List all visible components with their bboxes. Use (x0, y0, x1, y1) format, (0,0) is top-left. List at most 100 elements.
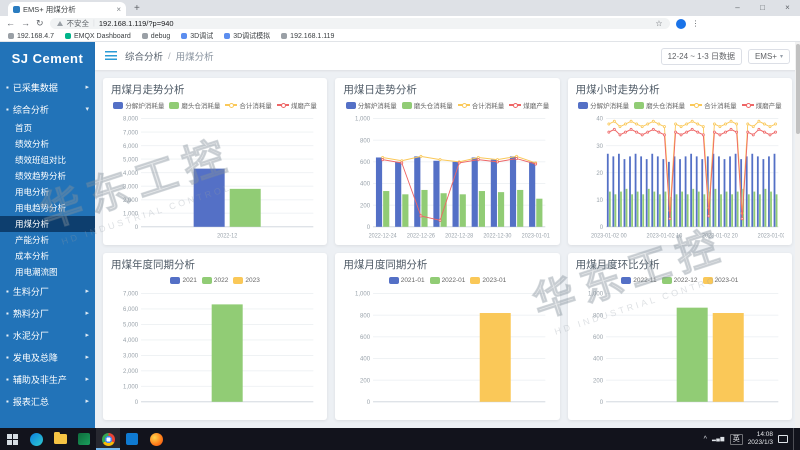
close-button[interactable]: × (775, 0, 800, 16)
taskbar-chrome-icon[interactable] (96, 428, 120, 450)
chart-card-year-yoy: 用煤年度同期分析 202120222023 01,0002,0003,0004,… (103, 253, 327, 420)
legend-item[interactable]: 2021-01 (389, 277, 425, 284)
sidebar-item-auxiliary[interactable]: ▪ 辅助及非生产 ▸ (0, 368, 95, 390)
line-legend-marker (458, 104, 470, 106)
legend-item[interactable]: 合计消耗量 (458, 100, 505, 110)
chart-legend: 2021-01 2022-01 2023-01 (343, 274, 551, 286)
taskbar-vscode-icon[interactable] (120, 428, 144, 450)
legend-item[interactable]: 2022-11 (621, 277, 656, 284)
taskbar-firefox-icon[interactable] (144, 428, 168, 450)
page-scrollbar[interactable] (795, 42, 800, 428)
sidebar-item-comprehensive-analysis[interactable]: ▪ 综合分析 ▾ (0, 98, 95, 120)
globe-icon (281, 33, 287, 39)
date-range-picker[interactable]: 12-24 ~ 1-3 日数据 (661, 48, 742, 65)
bookmark-item[interactable]: debug (142, 33, 170, 40)
sidebar-item-collected-data[interactable]: ▪ 已采集数据 ▸ (0, 76, 95, 98)
taskbar-excel-icon[interactable] (72, 428, 96, 450)
breadcrumb-parent[interactable]: 综合分析 (125, 49, 163, 63)
sidebar-item-cement-plant[interactable]: ▪ 水泥分厂 ▸ (0, 324, 95, 346)
sidebar-item-reports[interactable]: ▪ 报表汇总 ▸ (0, 390, 95, 412)
breadcrumb-separator: / (168, 51, 171, 62)
scrollbar-thumb[interactable] (796, 44, 800, 134)
action-center-icon[interactable] (778, 435, 788, 443)
legend-label: 2023-01 (715, 277, 739, 284)
sidebar-item-performance-analysis[interactable]: 绩效分析 (0, 136, 95, 152)
back-icon[interactable]: ← (6, 16, 15, 31)
legend-item[interactable]: 2022 (202, 277, 228, 284)
windows-icon (7, 434, 18, 445)
svg-text:3,000: 3,000 (123, 352, 139, 359)
taskbar-clock[interactable]: 14:08 2023/1/3 (748, 431, 773, 448)
folder-icon (54, 434, 67, 444)
new-tab-button[interactable]: + (134, 2, 140, 16)
legend-item[interactable]: 2023 (233, 277, 259, 284)
tab-favicon (13, 6, 20, 13)
sidebar-item-power-analysis[interactable]: 用电分析 (0, 184, 95, 200)
legend-item[interactable]: 2022-01 (430, 277, 466, 284)
hamburger-icon[interactable] (105, 51, 117, 60)
sidebar-item-capacity-analysis[interactable]: 产能分析 (0, 232, 95, 248)
taskbar-explorer-icon[interactable] (48, 428, 72, 450)
chart-title: 用煤日走势分析 (343, 84, 551, 97)
legend-item[interactable]: 2023-01 (703, 277, 739, 284)
legend-item[interactable]: 合计消耗量 (690, 100, 737, 110)
bookmark-item[interactable]: EMQX Dashboard (65, 33, 131, 40)
legend-item[interactable]: 磨头仓消耗量 (402, 100, 453, 110)
legend-item[interactable]: 分解炉消耗量 (578, 100, 629, 110)
browser-tab[interactable]: EMS+ 用煤分析 × (8, 2, 126, 16)
chart-card-month-trend: 用煤月走势分析 分解炉消耗量磨头仓消耗量合计消耗量煤磨产量 01,0002,00… (103, 78, 327, 245)
bookmark-star-icon[interactable]: ☆ (655, 19, 662, 28)
sidebar-item-raw-material-plant[interactable]: ▪ 生料分厂 ▸ (0, 280, 95, 302)
url-input[interactable]: 不安全 | 192.168.1.119/?p=940 ☆ (50, 18, 670, 29)
profile-avatar[interactable] (676, 19, 686, 29)
legend-label: 煤磨产量 (523, 100, 549, 110)
legend-item[interactable]: 2022-12 (662, 277, 698, 284)
legend-item[interactable]: 煤磨产量 (742, 100, 782, 110)
bookmark-item[interactable]: 192.168.4.7 (8, 33, 54, 40)
legend-item[interactable]: 2023-01 (470, 277, 506, 284)
reload-icon[interactable]: ↻ (36, 16, 44, 31)
legend-item[interactable]: 煤磨产量 (277, 100, 317, 110)
bookmark-item[interactable]: 3D调试模拟 (224, 31, 270, 41)
legend-item[interactable]: 分解炉消耗量 (113, 100, 164, 110)
svg-text:0: 0 (135, 399, 139, 406)
sidebar-item-performance-team-compare[interactable]: 绩效班组对比 (0, 152, 95, 168)
legend-item[interactable]: 磨头仓消耗量 (169, 100, 220, 110)
legend-label: 2021 (182, 277, 196, 284)
sidebar-item-clinker-plant[interactable]: ▪ 熟料分厂 ▸ (0, 302, 95, 324)
legend-item[interactable]: 煤磨产量 (509, 100, 549, 110)
start-button[interactable] (0, 428, 24, 450)
legend-label: 煤磨产量 (291, 100, 317, 110)
bar-legend-marker (202, 277, 212, 284)
minimize-button[interactable]: – (725, 0, 750, 16)
show-desktop-button[interactable] (793, 428, 797, 450)
sidebar-item-coal-analysis[interactable]: 用煤分析 (0, 216, 95, 232)
bar-legend-marker (113, 102, 123, 109)
tray-expand-icon[interactable]: ^ (704, 436, 707, 443)
sidebar-item-home[interactable]: 首页 (0, 120, 95, 136)
security-label[interactable]: 不安全 (67, 18, 90, 29)
legend-item[interactable]: 磨头仓消耗量 (634, 100, 685, 110)
sidebar-item-power-generation[interactable]: ▪ 发电及总降 ▸ (0, 346, 95, 368)
sidebar-item-power-flow-diagram[interactable]: 用电潮流图 (0, 264, 95, 280)
line-legend-marker (509, 104, 521, 106)
bookmark-item[interactable]: 192.168.1.119 (281, 33, 334, 40)
line-legend-marker (225, 104, 237, 106)
browser-menu-icon[interactable]: ⋮ (692, 19, 700, 28)
emqx-icon (65, 33, 71, 39)
sidebar-item-cost-analysis[interactable]: 成本分析 (0, 248, 95, 264)
sidebar-item-power-trend[interactable]: 用电趋势分析 (0, 200, 95, 216)
sidebar-item-performance-trend[interactable]: 绩效趋势分析 (0, 168, 95, 184)
input-language-indicator[interactable]: 英 (730, 434, 743, 445)
maximize-button[interactable]: □ (750, 0, 775, 16)
forward-icon[interactable]: → (21, 16, 30, 31)
close-tab-icon[interactable]: × (116, 5, 121, 14)
legend-item[interactable]: 分解炉消耗量 (346, 100, 397, 110)
bookmark-item[interactable]: 3D调试 (181, 31, 213, 41)
network-icon[interactable]: ▂▄▆ (712, 436, 725, 442)
taskbar-edge-icon[interactable] (24, 428, 48, 450)
profile-select[interactable]: EMS+▾ (748, 49, 790, 64)
bar-legend-marker (703, 277, 713, 284)
legend-item[interactable]: 2021 (170, 277, 196, 284)
legend-item[interactable]: 合计消耗量 (225, 100, 272, 110)
